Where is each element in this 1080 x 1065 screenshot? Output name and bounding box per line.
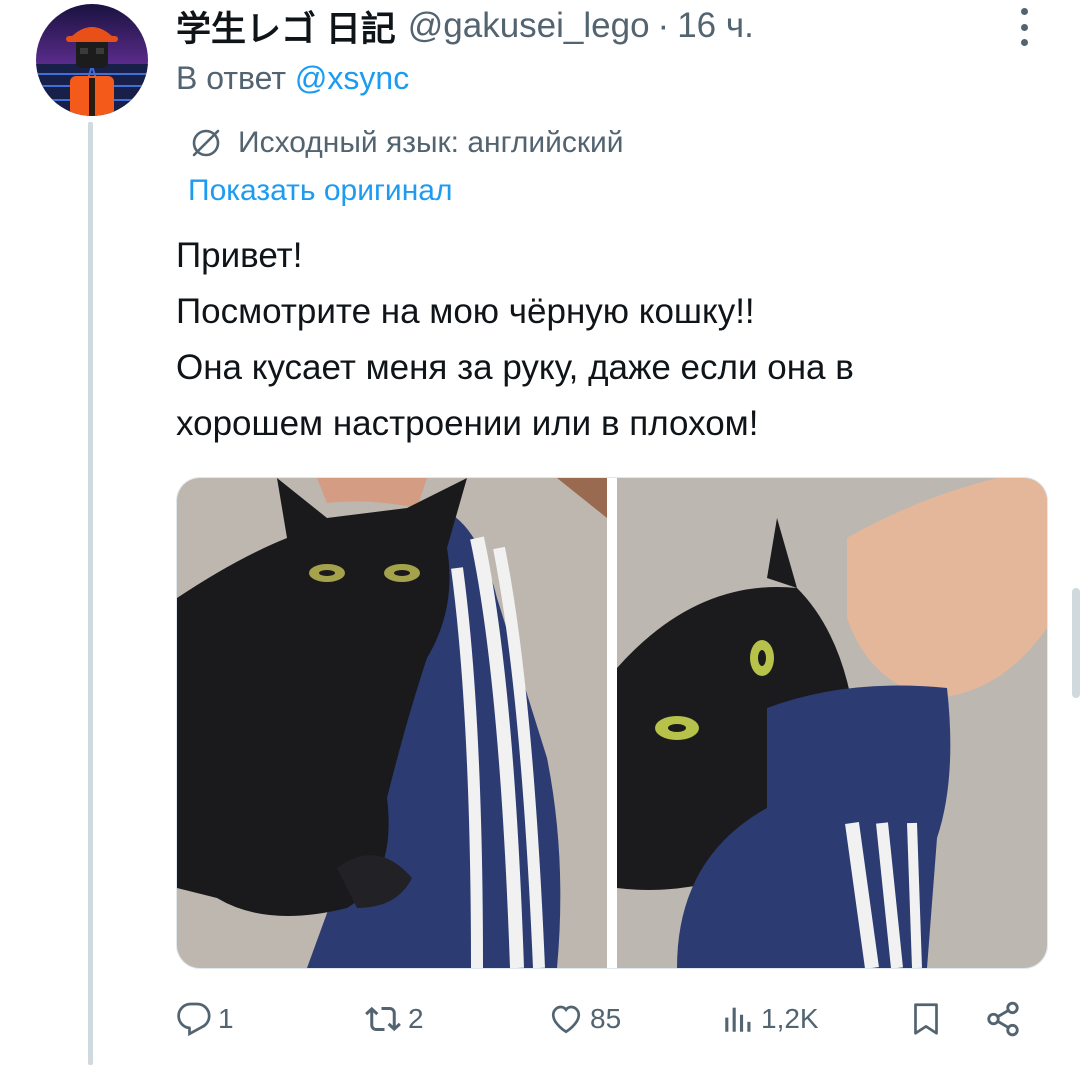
tweet-header: 学生レゴ 日記 @gakusei_lego · 16 ч.: [176, 4, 754, 49]
repost-button[interactable]: 2: [364, 996, 424, 1042]
display-name[interactable]: 学生レゴ 日記: [176, 1, 396, 52]
globe-slash-icon: [192, 129, 220, 157]
reply-icon: [177, 1002, 211, 1037]
like-count: 85: [590, 1003, 622, 1034]
photo-1[interactable]: [177, 478, 607, 968]
bookmark-icon: [914, 1003, 938, 1035]
views-button[interactable]: 1,2K: [721, 996, 819, 1042]
heart-icon: [551, 1005, 581, 1034]
photo-2[interactable]: [617, 478, 1047, 968]
reply-button[interactable]: 1: [176, 996, 234, 1042]
tweet-text-line: хорошем настроении или в плохом!: [176, 404, 759, 443]
media-grid: [176, 477, 1048, 969]
avatar-image: [36, 4, 148, 116]
thread-line: [88, 122, 93, 1065]
share-button[interactable]: [984, 996, 1028, 1042]
show-original-link[interactable]: Показать оригинал: [188, 174, 452, 208]
time-separator: ·: [657, 6, 670, 45]
reply-context: В ответ @xsync: [176, 60, 409, 97]
tweet-text: Привет! Посмотрите на мою чёрную кошку!!…: [176, 228, 1036, 452]
bookmark-button[interactable]: [908, 996, 950, 1042]
more-icon[interactable]: [1014, 8, 1034, 46]
avatar[interactable]: [36, 4, 148, 116]
handle[interactable]: @gakusei_lego: [408, 6, 650, 46]
views-count: 1,2K: [761, 1003, 819, 1034]
repost-icon: [365, 1006, 401, 1032]
tweet-text-line: Она кусает меня за руку, даже если она в: [176, 348, 854, 387]
share-icon: [987, 1001, 1019, 1037]
translation-label: Исходный язык: английский: [238, 126, 624, 159]
tweet-actions: 1 2 85 1,2K: [176, 996, 1036, 1042]
repost-count: 2: [408, 1003, 424, 1034]
scrollbar[interactable]: [1072, 588, 1080, 698]
like-button[interactable]: 85: [548, 996, 621, 1042]
reply-mention[interactable]: @xsync: [295, 60, 409, 96]
reply-count: 1: [218, 1003, 234, 1034]
views-icon: [725, 1007, 751, 1032]
tweet-text-line: Привет!: [176, 236, 303, 275]
translation-info: Исходный язык: английский: [188, 125, 624, 161]
tweet-text-line: Посмотрите на мою чёрную кошку!!: [176, 292, 755, 331]
reply-prefix: В ответ: [176, 60, 287, 96]
timestamp[interactable]: 16 ч.: [677, 6, 754, 46]
